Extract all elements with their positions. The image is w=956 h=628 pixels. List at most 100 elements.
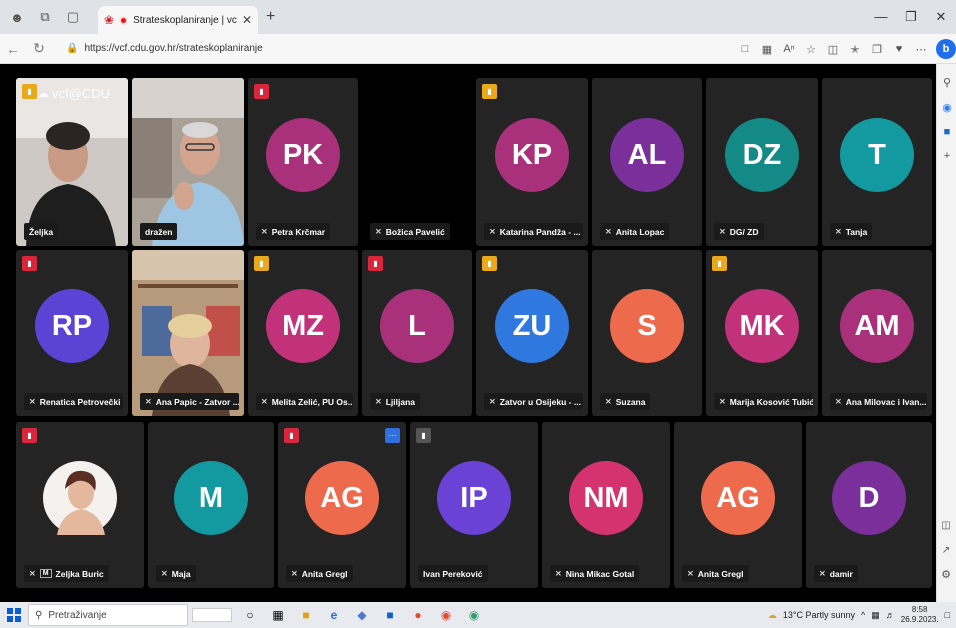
- settings-icon[interactable]: ⚙: [936, 568, 956, 581]
- signal-badge: ▮: [482, 84, 497, 99]
- signal-badge: ▮: [22, 428, 37, 443]
- participant-tile[interactable]: T ⨯ Tanja: [822, 78, 932, 246]
- profile-icon[interactable]: ☻: [6, 6, 28, 28]
- signal-badge: ▮: [22, 84, 37, 99]
- participant-name: ⨯ Marija Kosović Tubić: [714, 393, 813, 410]
- task-view-icon[interactable]: ▦: [264, 602, 292, 628]
- outlook-taskbar-icon[interactable]: ■: [376, 602, 404, 628]
- url-text: https://vcf.cdu.gov.hr/strateskoplaniran…: [84, 43, 263, 54]
- gov-app-icon[interactable]: [188, 602, 236, 628]
- tab-strateskoplaniranje[interactable]: ❀ Strateskoplaniranje | vcf@C ✕: [98, 6, 258, 34]
- grid-icon[interactable]: ▦: [756, 43, 778, 56]
- favorites-icon[interactable]: ✭: [844, 43, 866, 56]
- volume-icon[interactable]: ♬: [886, 610, 895, 620]
- participant-name: ⨯ Melita Zelić, PU Os...: [256, 393, 353, 410]
- participant-tile[interactable]: ▮ ⋯ AG ⨯ Anita Gregl: [278, 422, 406, 588]
- split-screen-icon[interactable]: ◫: [822, 43, 844, 56]
- address-field[interactable]: 🔒 https://vcf.cdu.gov.hr/strateskoplanir…: [60, 38, 660, 60]
- browser-app-icon[interactable]: ◉: [432, 602, 460, 628]
- participant-tile[interactable]: AL ⨯ Anita Lopac: [592, 78, 702, 246]
- more-menu-icon[interactable]: ⋯: [910, 43, 932, 56]
- weather-text[interactable]: 13°C Partly sunny: [783, 610, 855, 620]
- participant-tile[interactable]: S ⨯ Suzana: [592, 250, 702, 416]
- participant-tile[interactable]: ▮ ⨯ M Zeljka Buric: [16, 422, 144, 588]
- app-available-icon[interactable]: □: [734, 43, 756, 55]
- windows-logo-icon: [7, 608, 21, 622]
- mic-off-icon: ⨯: [555, 569, 562, 578]
- app-icon[interactable]: ◆: [348, 602, 376, 628]
- weather-icon: ☁: [767, 609, 777, 620]
- external-link-icon[interactable]: ↗: [936, 545, 956, 556]
- clock[interactable]: 8:58 26.9.2023.: [901, 605, 939, 625]
- outlook-icon[interactable]: ■: [937, 126, 956, 138]
- edge-icon[interactable]: e: [320, 602, 348, 628]
- favorite-star-icon[interactable]: ☆: [800, 43, 822, 56]
- read-aloud-icon[interactable]: Aⁿ: [778, 43, 800, 55]
- participant-tile[interactable]: DZ ⨯ DG/ ZD: [706, 78, 818, 246]
- participant-tile[interactable]: ▮ ☁ vcf@CDU Željka: [16, 78, 128, 246]
- participant-tile[interactable]: ▮ ZU ⨯ Zatvor u Osijeku - ...: [476, 250, 588, 416]
- workspaces-icon[interactable]: ⧉: [34, 6, 56, 28]
- participant-tile[interactable]: ▮ MZ ⨯ Melita Zelić, PU Os...: [248, 250, 358, 416]
- search-placeholder: Pretraživanje: [48, 609, 107, 621]
- participant-tile[interactable]: dražen: [132, 78, 244, 246]
- participant-name: ⨯ Anita Gregl: [682, 565, 749, 582]
- shopping-icon[interactable]: ◉: [937, 101, 956, 114]
- participant-tile[interactable]: M ⨯ Maja: [148, 422, 274, 588]
- avatar: NM: [569, 461, 643, 536]
- signal-badge: ▮: [712, 256, 727, 271]
- chrome-icon[interactable]: ●: [404, 602, 432, 628]
- participant-tile[interactable]: AM ⨯ Ana Milovac i Ivan...: [822, 250, 932, 416]
- participant-name: ⨯ Ana Papic - Zatvor ...: [140, 393, 239, 410]
- tab-title: Strateskoplaniranje | vcf@C: [133, 14, 237, 26]
- taskbar-search[interactable]: ⚲ Pretraživanje: [28, 604, 188, 626]
- network-icon[interactable]: ▦: [871, 610, 880, 621]
- signal-badge: ▮: [368, 256, 383, 271]
- more-options-icon[interactable]: ⋯: [385, 428, 400, 443]
- file-explorer-icon[interactable]: ■: [292, 602, 320, 628]
- recording-icon: [119, 15, 129, 25]
- chevron-up-icon[interactable]: ^: [861, 610, 865, 620]
- participant-tile[interactable]: ⨯ Božica Pavelić: [362, 78, 472, 246]
- extensions-icon[interactable]: ♥: [888, 43, 910, 55]
- avatar: RP: [35, 289, 109, 364]
- back-button[interactable]: ←: [0, 41, 26, 57]
- cortana-icon[interactable]: ○: [236, 602, 264, 628]
- participant-name: ⨯ Ana Milovac i Ivan...: [830, 393, 927, 410]
- split-view-icon[interactable]: ◫: [936, 520, 956, 531]
- refresh-button[interactable]: ↻: [26, 40, 52, 57]
- edge-active-icon[interactable]: ◉: [460, 602, 488, 628]
- tab-actions-icon[interactable]: ▢: [62, 6, 84, 28]
- participant-name: ⨯ Zatvor u Osijeku - ...: [484, 393, 583, 410]
- add-sidebar-icon[interactable]: +: [937, 150, 956, 162]
- profile-photo: [43, 461, 117, 536]
- participant-name: Željka: [24, 223, 59, 240]
- notifications-icon[interactable]: □: [945, 610, 950, 620]
- time: 8:58: [911, 605, 928, 614]
- mic-off-icon: ⨯: [29, 569, 36, 578]
- participant-tile[interactable]: AG ⨯ Anita Gregl: [674, 422, 802, 588]
- search-icon[interactable]: ⚲: [937, 76, 956, 89]
- site-favicon: ❀: [104, 13, 115, 27]
- bing-icon[interactable]: b: [936, 39, 956, 59]
- mic-off-icon: ⨯: [489, 397, 496, 406]
- participant-tile[interactable]: ▮ KP ⨯ Katarina Pandža - ...: [476, 78, 588, 246]
- new-tab-button[interactable]: +: [266, 8, 275, 26]
- windows-taskbar: ⚲ Pretraživanje ○ ▦ ■ e ◆ ■ ● ◉ ◉ ☁ 13°C…: [0, 602, 956, 628]
- participant-tile[interactable]: NM ⨯ Nina Mikac Gotal: [542, 422, 670, 588]
- collections-icon[interactable]: ❐: [866, 43, 888, 56]
- system-tray: ☁ 13°C Partly sunny ^ ▦ ♬ 8:58 26.9.2023…: [768, 602, 956, 628]
- minimize-button[interactable]: —: [866, 0, 896, 34]
- start-button[interactable]: [0, 602, 28, 628]
- participant-tile[interactable]: D ⨯ damir: [806, 422, 932, 588]
- participant-tile[interactable]: ▮ RP ⨯ Renatica Petrovečki: [16, 250, 128, 416]
- participant-tile[interactable]: ▮ L ⨯ Ljiljana: [362, 250, 472, 416]
- participant-tile[interactable]: ▮ PK ⨯ Petra Krčmar: [248, 78, 358, 246]
- participant-tile[interactable]: ⨯ Ana Papic - Zatvor ...: [132, 250, 244, 416]
- restore-button[interactable]: ❐: [896, 0, 926, 34]
- m-badge-icon: M: [39, 569, 52, 578]
- participant-tile[interactable]: ▮ MK ⨯ Marija Kosović Tubić: [706, 250, 818, 416]
- participant-tile[interactable]: ▮ IP Ivan Pereković: [410, 422, 538, 588]
- close-tab-icon[interactable]: ✕: [242, 13, 252, 27]
- close-window-button[interactable]: ✕: [926, 0, 956, 34]
